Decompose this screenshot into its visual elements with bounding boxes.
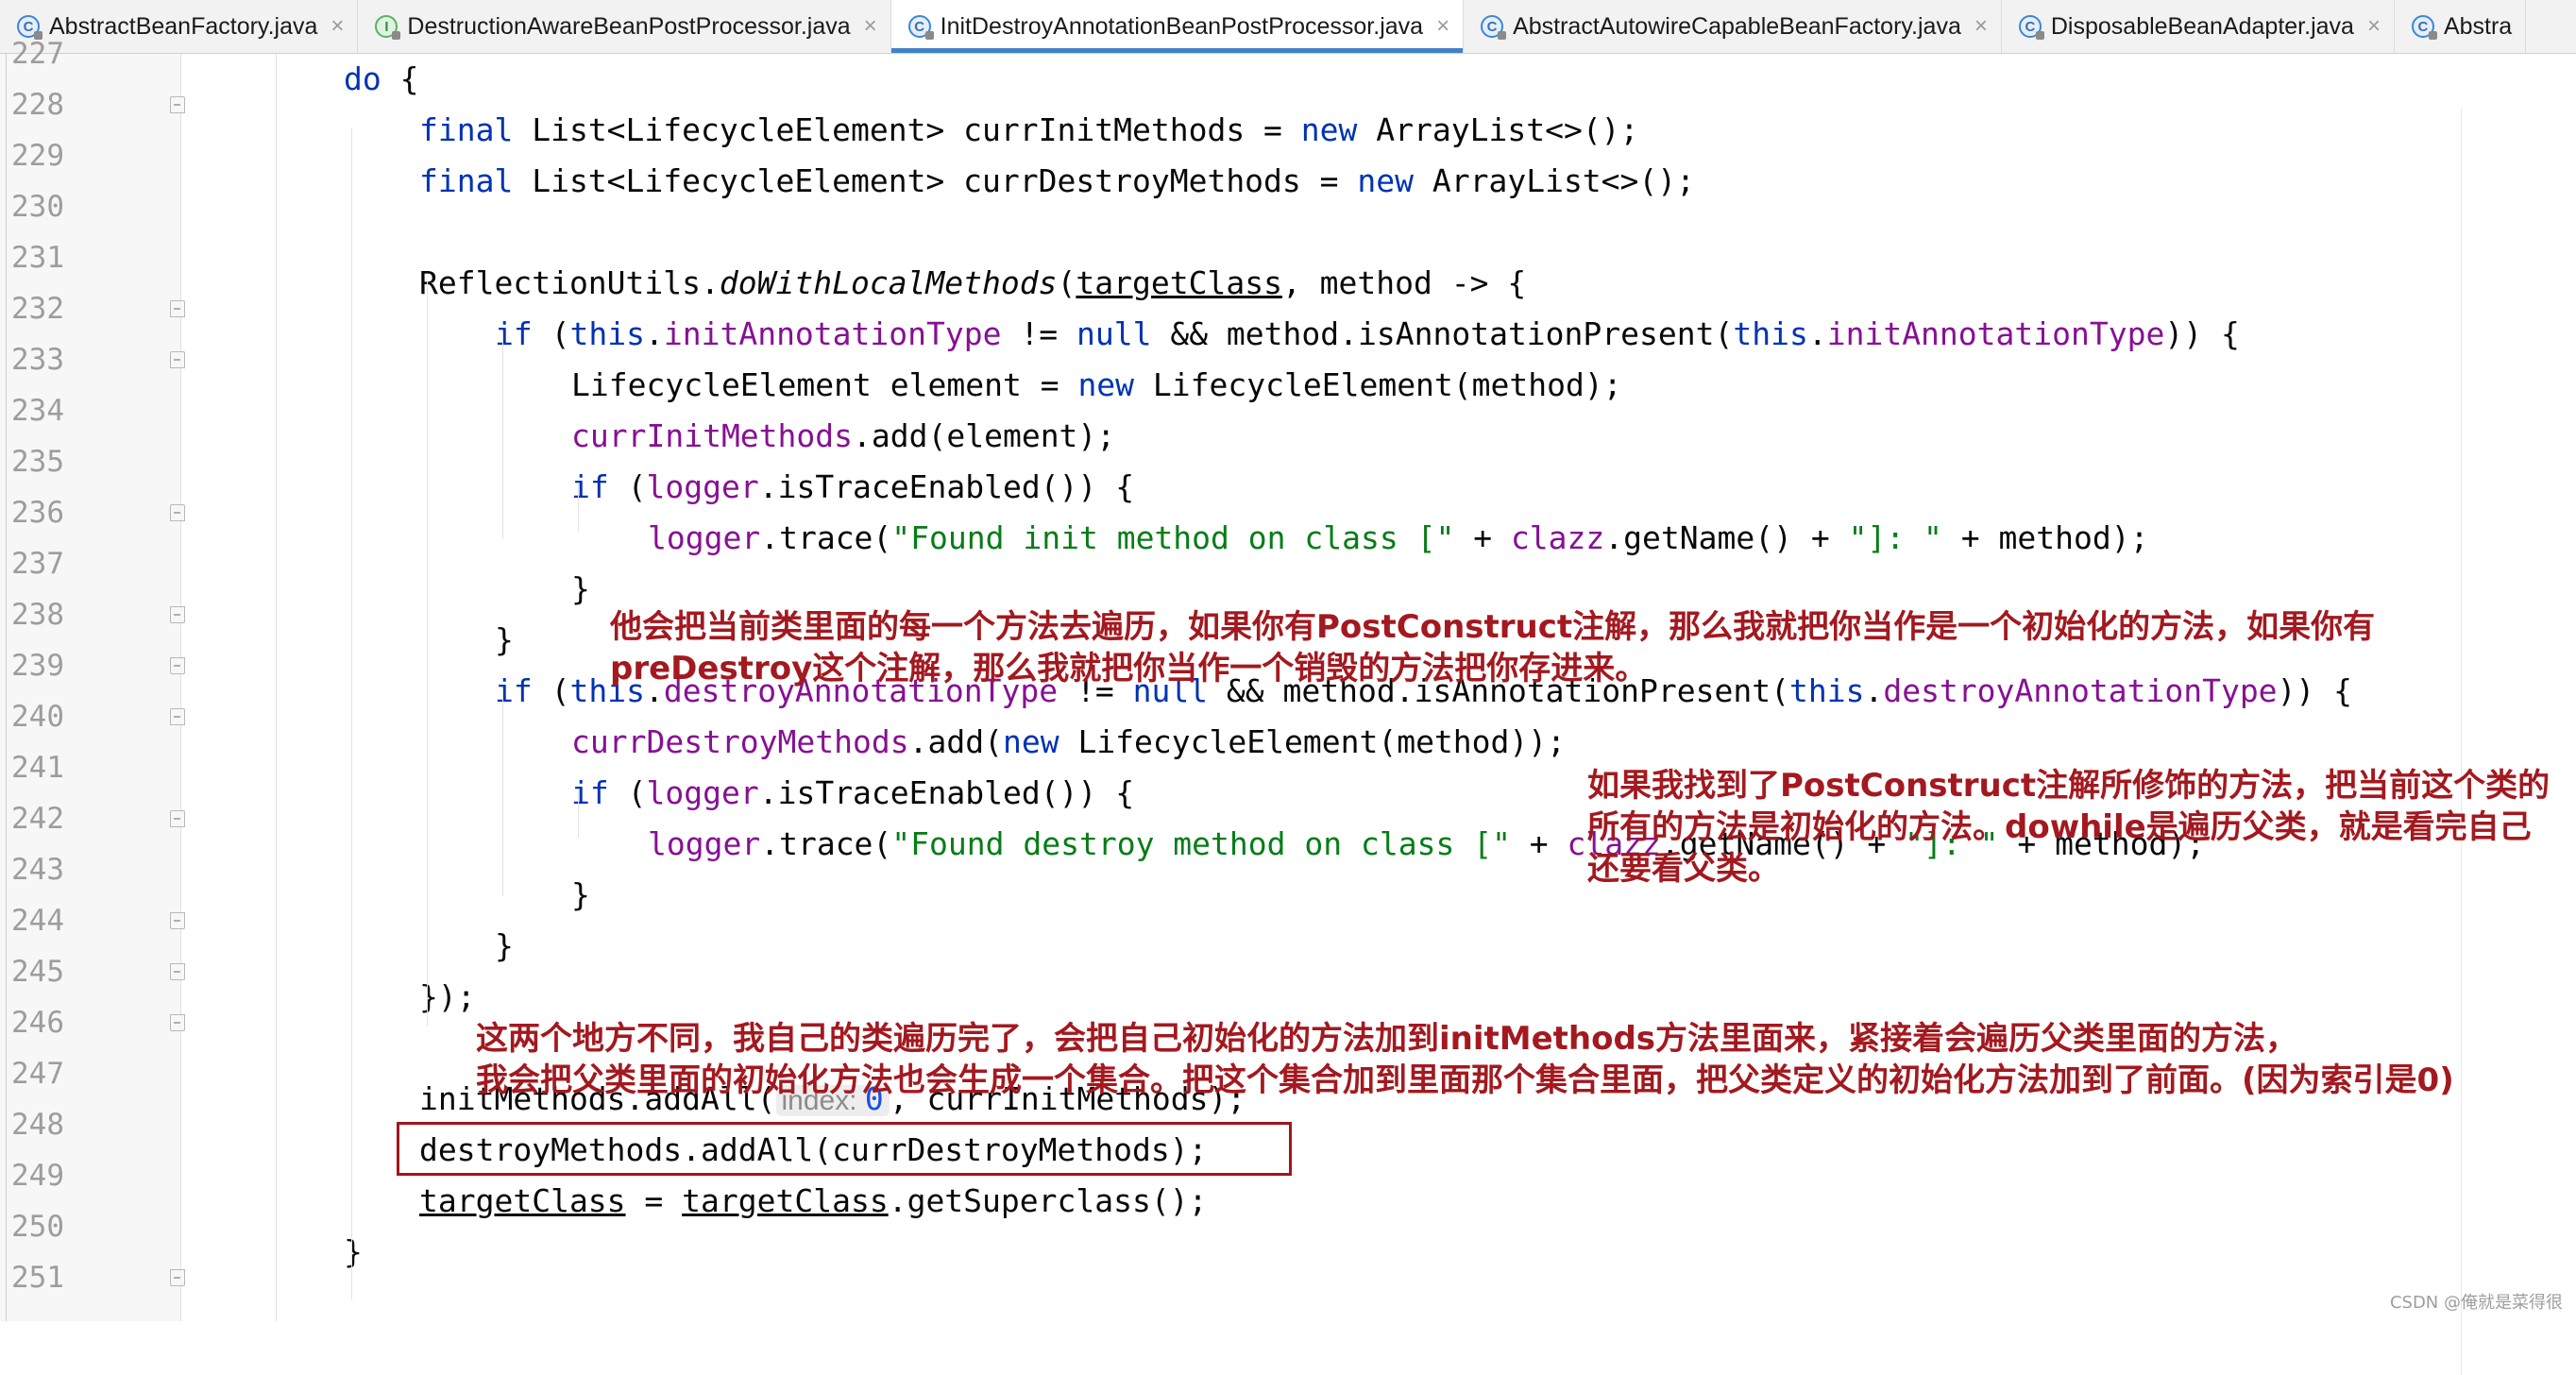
code-line-245: } [495, 927, 514, 964]
annotation-note-1: 他会把当前类里面的每一个方法去遍历，如果你有PostConstruct注解，那么… [610, 608, 2376, 688]
indent-guide [578, 790, 579, 838]
editor-tab-bar: C AbstractBeanFactory.java × I DestructionAw… [0, 0, 2576, 54]
code-line-229: final List<LifecycleElement> currInitMet… [419, 111, 1639, 148]
code-line-233: if (this.initAnnotationType != null && m… [495, 315, 2240, 352]
tab-label: AbstractBeanFactory.java [49, 12, 318, 40]
tab-label: DisposableBeanAdapter.java [2050, 12, 2354, 40]
close-icon[interactable]: × [1974, 13, 1988, 40]
tab-5[interactable]: C Abstra [2395, 0, 2527, 53]
tab-3[interactable]: C AbstractAutowireCapableBeanFactory.java… [1464, 0, 2002, 53]
code-line-238: } [571, 570, 590, 607]
code-line-237: logger.trace("Found init method on class… [648, 519, 2149, 556]
close-icon[interactable]: × [330, 13, 344, 40]
tab-label: Abstra [2443, 12, 2513, 40]
code-line-234: LifecycleElement element = new Lifecycle… [571, 366, 1622, 403]
tab-label: DestructionAwareBeanPostProcessor.java [407, 12, 851, 40]
indent-guide [276, 54, 277, 1321]
class-icon: C [907, 15, 934, 40]
right-margin-guide [2461, 108, 2462, 1375]
code-line-250: targetClass = targetClass.getSuperclass(… [419, 1182, 1208, 1219]
code-line-228: do { [344, 60, 419, 97]
tab-label: InitDestroyAnnotationBeanPostProcessor.j… [940, 12, 1424, 40]
code-line-239: } [495, 621, 514, 658]
annotation-note-3: 这两个地方不同，我自己的类遍历完了，会把自己初始化的方法加到initMethod… [476, 1020, 2454, 1099]
annotation-note-2: 如果我找到了PostConstruct注解所修饰的方法，把当前这个类的 所有的方… [1587, 767, 2551, 888]
close-icon[interactable]: × [864, 13, 877, 40]
indent-guide [502, 331, 503, 539]
indent-guide [578, 484, 579, 532]
indent-guide [502, 688, 503, 896]
class-icon: C [2018, 15, 2044, 40]
close-icon[interactable]: × [2367, 13, 2381, 40]
tab-label: AbstractAutowireCapableBeanFactory.java [1513, 12, 1961, 40]
code-line-235: currInitMethods.add(element); [571, 417, 1116, 454]
close-icon[interactable]: × [1436, 13, 1449, 40]
code-line-230: final List<LifecycleElement> currDestroy… [419, 162, 1696, 199]
code-line-232: ReflectionUtils.doWithLocalMethods(targe… [419, 264, 1527, 301]
tab-1[interactable]: I DestructionAwareBeanPostProcessor.java × [358, 0, 891, 53]
code-line-241: currDestroyMethods.add(new LifecycleElem… [571, 723, 1567, 760]
interface-icon: I [375, 15, 401, 40]
class-icon: C [2411, 15, 2437, 40]
tab-4[interactable]: C DisposableBeanAdapter.java × [2002, 0, 2395, 53]
indent-guide [427, 280, 428, 1027]
code-line-236: if (logger.isTraceEnabled()) { [571, 468, 1135, 505]
code-line-242: if (logger.isTraceEnabled()) { [571, 774, 1135, 811]
class-icon: C [1481, 15, 1507, 40]
highlight-box [397, 1122, 1292, 1176]
code-line-244: } [571, 876, 590, 913]
code-line-251: } [344, 1233, 363, 1270]
watermark: CSDN @俺就是菜得很 [2389, 1293, 2563, 1313]
indent-guide [351, 127, 352, 1300]
tab-2[interactable]: C InitDestroyAnnotationBeanPostProcessor.… [890, 0, 1465, 53]
